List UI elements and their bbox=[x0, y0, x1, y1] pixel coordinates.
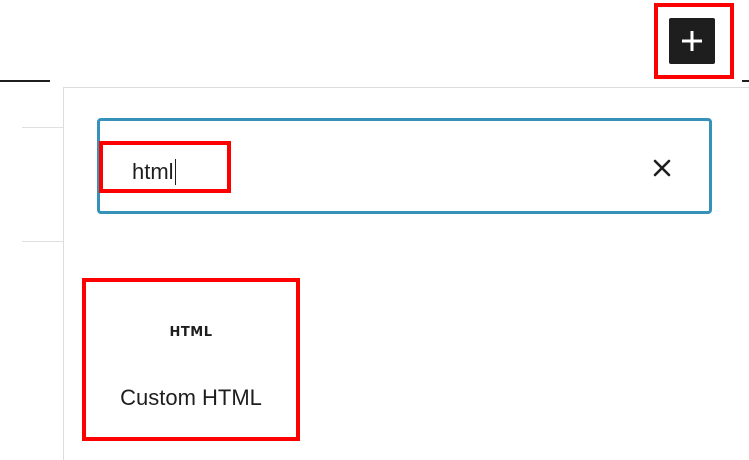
block-inserter-toggle-button[interactable] bbox=[669, 18, 715, 64]
close-icon bbox=[653, 159, 671, 177]
plus-icon bbox=[682, 31, 702, 51]
header-divider-right bbox=[742, 80, 749, 82]
search-input[interactable]: html bbox=[132, 159, 176, 185]
editor-block-divider bbox=[22, 241, 64, 242]
html-block-icon: HTML bbox=[169, 325, 213, 340]
block-inserter-panel: html HTML Custom HTML bbox=[63, 87, 749, 460]
block-search-field[interactable]: html bbox=[97, 118, 712, 214]
search-input-value: html bbox=[132, 159, 174, 184]
block-item-label: Custom HTML bbox=[120, 385, 262, 410]
header-divider bbox=[0, 80, 50, 82]
editor-canvas: html HTML Custom HTML bbox=[0, 0, 749, 460]
editor-block-divider bbox=[22, 127, 64, 128]
clear-search-button[interactable] bbox=[651, 157, 673, 179]
text-caret bbox=[174, 159, 176, 185]
block-item-custom-html[interactable]: HTML Custom HTML bbox=[86, 282, 296, 438]
